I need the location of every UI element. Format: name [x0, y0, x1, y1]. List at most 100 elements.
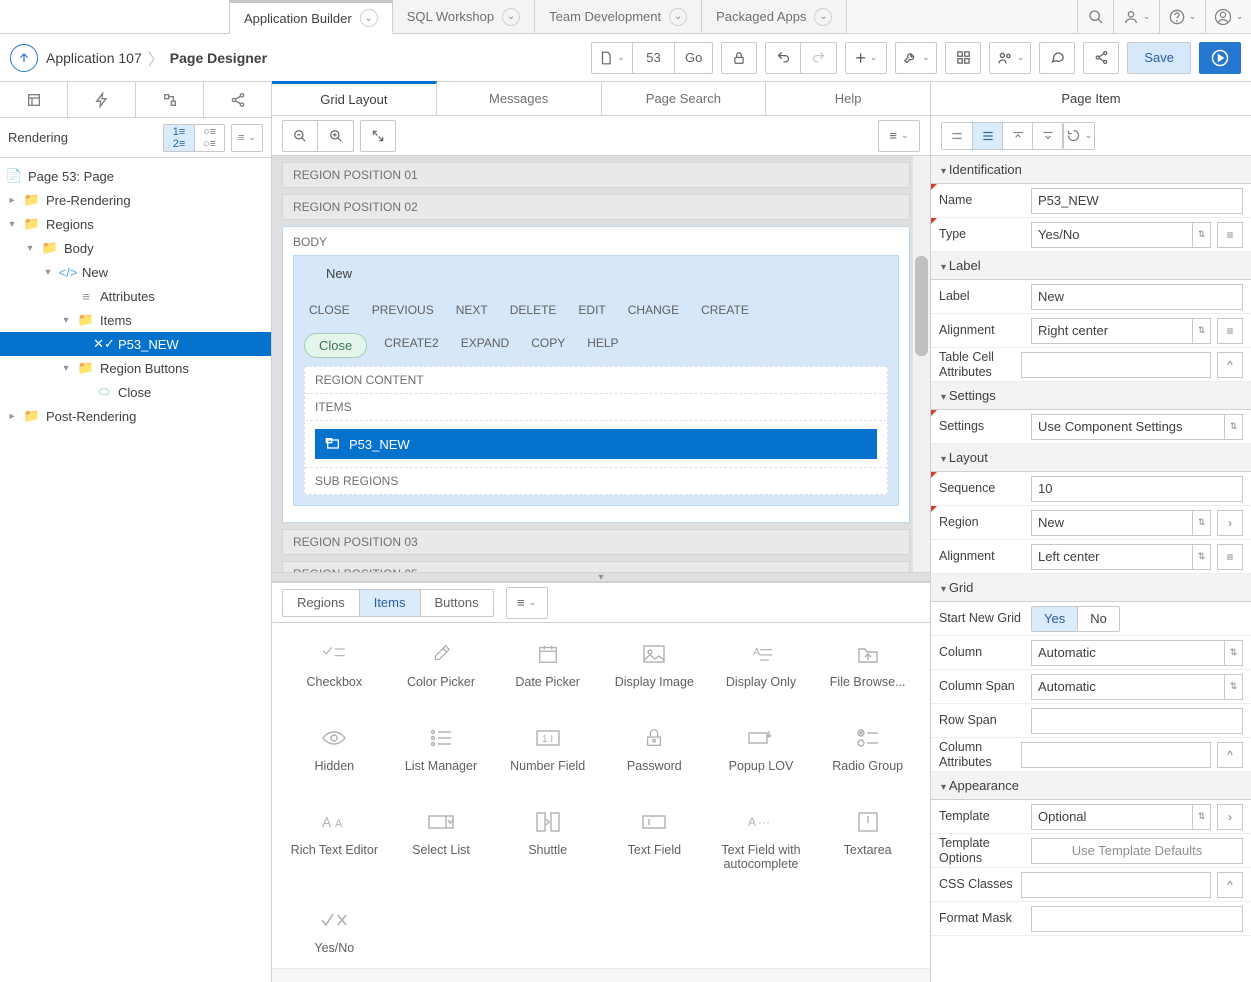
prop-format-mask-input[interactable] — [1031, 906, 1243, 932]
prop-sequence-input[interactable] — [1031, 476, 1243, 502]
team-dev-button[interactable]: ⌄ — [989, 42, 1031, 74]
tab-messages[interactable]: Messages — [437, 82, 602, 115]
tab-grid-layout[interactable]: Grid Layout — [272, 81, 437, 115]
tree-body[interactable]: ▾📁Body — [0, 236, 271, 260]
slot-close[interactable]: CLOSE — [304, 300, 355, 320]
up-icon[interactable] — [10, 44, 38, 72]
chevron-down-icon[interactable]: ⌄ — [669, 8, 687, 26]
utilities-button[interactable]: ⌄ — [895, 42, 937, 74]
gallery-item-text-field-with-autocomplete[interactable]: A···Text Field with autocomplete — [711, 809, 812, 871]
slot-region-content[interactable]: REGION CONTENT — [305, 367, 887, 394]
prop-template-select[interactable]: Optional⇅ — [1031, 804, 1211, 830]
region-new[interactable]: New CLOSE PREVIOUS NEXT DELETE EDIT CHAN… — [293, 255, 899, 506]
slot-previous[interactable]: PREVIOUS — [367, 300, 439, 320]
tab-sql-workshop[interactable]: SQL Workshop⌄ — [393, 0, 535, 33]
gallery-item-hidden[interactable]: Hidden — [284, 725, 385, 773]
button-close[interactable]: Close — [304, 333, 367, 358]
slot-create2[interactable]: CREATE2 — [379, 333, 443, 358]
gallery-item-display-image[interactable]: Display Image — [604, 641, 705, 689]
layout-menu-button[interactable]: ≡⌄ — [878, 120, 920, 152]
slot-region-position-03[interactable]: REGION POSITION 03 — [282, 529, 910, 555]
page-number-input[interactable]: 53 — [633, 42, 675, 74]
gallery-item-popup-lov[interactable]: Popup LOV — [711, 725, 812, 773]
prop-css-input[interactable] — [1021, 872, 1211, 898]
slot-region-position-05[interactable]: REGION POSITION 05 — [282, 561, 910, 572]
gallery-item-textarea[interactable]: Textarea — [817, 809, 918, 871]
list-icon[interactable]: ≡ — [1217, 544, 1243, 570]
gallery-item-checkbox[interactable]: Checkbox — [284, 641, 385, 689]
prop-name-input[interactable] — [1031, 188, 1243, 214]
slot-region-position-02[interactable]: REGION POSITION 02 — [282, 194, 910, 220]
tree-regions[interactable]: ▾📁Regions — [0, 212, 271, 236]
tab-team-dev[interactable]: Team Development⌄ — [535, 0, 702, 33]
gallery-tab-regions[interactable]: Regions — [283, 590, 359, 616]
sort-processing-button[interactable]: 1≡2≡ — [164, 125, 194, 151]
prop-row-span-input[interactable] — [1031, 708, 1243, 734]
prop-template-options-button[interactable]: Use Template Defaults — [1031, 838, 1243, 864]
slot-copy[interactable]: COPY — [526, 333, 570, 358]
gallery-h-scrollbar[interactable] — [272, 968, 930, 982]
prop-alignment-select[interactable]: Right center⇅ — [1031, 318, 1211, 344]
slot-sub-regions[interactable]: SUB REGIONS — [305, 467, 887, 494]
slot-help[interactable]: HELP — [582, 333, 623, 358]
gallery-item-text-field[interactable]: Text Field — [604, 809, 705, 871]
slot-next[interactable]: NEXT — [451, 300, 493, 320]
run-button[interactable] — [1199, 42, 1241, 74]
admin-icon[interactable]: ⌄ — [1113, 0, 1159, 33]
tab-page-search[interactable]: Page Search — [602, 82, 767, 115]
chevron-down-icon[interactable]: ⌄ — [360, 9, 378, 27]
processing-tab[interactable] — [136, 82, 204, 117]
section-label[interactable]: Label — [931, 252, 1251, 280]
prop-tca-input[interactable] — [1021, 352, 1211, 378]
tree-post-rendering[interactable]: ▸📁Post-Rendering — [0, 404, 271, 428]
tree-page-node[interactable]: 📄Page 53: Page — [0, 164, 271, 188]
chevron-down-icon[interactable]: ⌄ — [814, 8, 832, 26]
section-appearance[interactable]: Appearance — [931, 772, 1251, 800]
search-icon[interactable] — [1077, 0, 1113, 33]
tree-item-p53new[interactable]: ✕✓P53_NEW — [0, 332, 271, 356]
show-all-button[interactable] — [972, 123, 1002, 149]
comments-button[interactable] — [1039, 42, 1075, 74]
tab-help[interactable]: Help — [766, 82, 930, 115]
prop-start-new-grid-toggle[interactable]: YesNo — [1031, 606, 1120, 632]
gallery-item-shuttle[interactable]: Shuttle — [497, 809, 598, 871]
slot-delete[interactable]: DELETE — [505, 300, 562, 320]
gallery-tab-buttons[interactable]: Buttons — [420, 590, 493, 616]
share-button[interactable] — [1083, 42, 1119, 74]
rendering-tab[interactable] — [0, 82, 68, 117]
show-common-button[interactable] — [942, 123, 972, 149]
gallery-item-date-picker[interactable]: Date Picker — [497, 641, 598, 689]
section-settings[interactable]: Settings — [931, 382, 1251, 410]
slot-body[interactable]: BODY New CLOSE PREVIOUS NEXT DELETE EDIT… — [282, 226, 910, 523]
shared-components-button[interactable] — [945, 42, 981, 74]
prop-column-span-select[interactable]: Automatic⇅ — [1031, 674, 1243, 700]
lock-button[interactable] — [721, 42, 757, 74]
redo-button[interactable] — [801, 42, 837, 74]
expand-button[interactable] — [360, 120, 396, 152]
slot-region-position-01[interactable]: REGION POSITION 01 — [282, 162, 910, 188]
gallery-item-number-field[interactable]: 1 INumber Field — [497, 725, 598, 773]
tree-menu-button[interactable]: ≡⌄ — [232, 125, 262, 151]
slot-create[interactable]: CREATE — [696, 300, 754, 320]
go-icon[interactable]: › — [1217, 804, 1243, 830]
tree-pre-rendering[interactable]: ▸📁Pre-Rendering — [0, 188, 271, 212]
tree-region-new[interactable]: ▾</>New — [0, 260, 271, 284]
slot-change[interactable]: CHANGE — [623, 300, 684, 320]
prop-column-attr-input[interactable] — [1021, 742, 1211, 768]
prop-layout-alignment-select[interactable]: Left center⇅ — [1031, 544, 1211, 570]
gallery-menu-button[interactable]: ≡⌄ — [506, 587, 548, 619]
account-icon[interactable]: ⌄ — [1205, 0, 1251, 33]
dynamic-actions-tab[interactable] — [68, 82, 136, 117]
gallery-item-display-only[interactable]: ADisplay Only — [711, 641, 812, 689]
list-icon[interactable]: ≡ — [1217, 222, 1243, 248]
tree-attributes[interactable]: ≡Attributes — [0, 284, 271, 308]
gallery-item-color-picker[interactable]: Color Picker — [391, 641, 492, 689]
tab-app-builder[interactable]: Application Builder⌄ — [230, 0, 393, 34]
chevron-down-icon[interactable]: ⌄ — [502, 8, 520, 26]
expand-all-button[interactable] — [1032, 123, 1062, 149]
save-button[interactable]: Save — [1127, 42, 1191, 74]
gallery-item-rich-text-editor[interactable]: AARich Text Editor — [284, 809, 385, 871]
gallery-item-list-manager[interactable]: List Manager — [391, 725, 492, 773]
help-icon[interactable]: ⌄ — [1159, 0, 1205, 33]
zoom-in-button[interactable] — [318, 120, 354, 152]
